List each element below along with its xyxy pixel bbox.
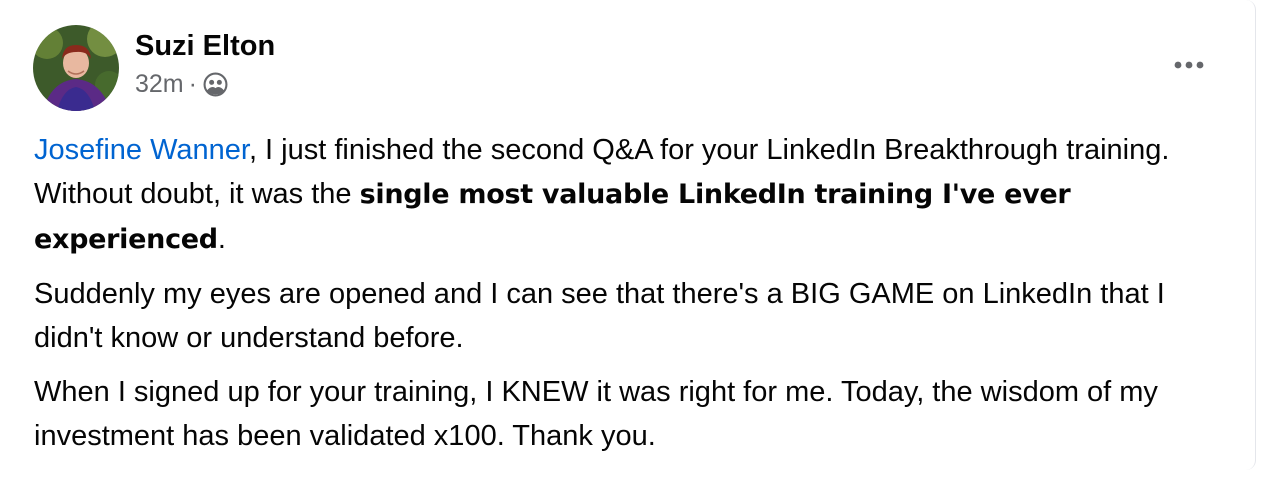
more-dots-icon [1174, 61, 1204, 69]
post-paragraph-3: When I signed up for your training, I KN… [34, 376, 1158, 452]
post-paragraph-2: Suddenly my eyes are opened and I can se… [34, 278, 1165, 354]
more-options-button[interactable] [1167, 52, 1211, 78]
author-block: Suzi Elton 32m · [135, 25, 275, 99]
post-paragraph-1: Josefine Wanner, I just finished the sec… [34, 128, 1234, 262]
post-card: Suzi Elton 32m · Josefine Wanner, I just… [6, 0, 1256, 470]
mention-link[interactable]: Josefine Wanner [34, 134, 249, 166]
profile-photo-icon [33, 25, 119, 111]
avatar[interactable] [33, 25, 119, 111]
post-header: Suzi Elton 32m · [33, 25, 275, 111]
author-name[interactable]: Suzi Elton [135, 29, 275, 63]
post-body: Josefine Wanner, I just finished the sec… [34, 128, 1234, 468]
post-time[interactable]: 32m [135, 69, 184, 99]
post-text: . [217, 223, 226, 255]
meta-separator: · [188, 70, 197, 98]
friends-icon[interactable] [203, 72, 228, 97]
post-meta: 32m · [135, 69, 275, 99]
